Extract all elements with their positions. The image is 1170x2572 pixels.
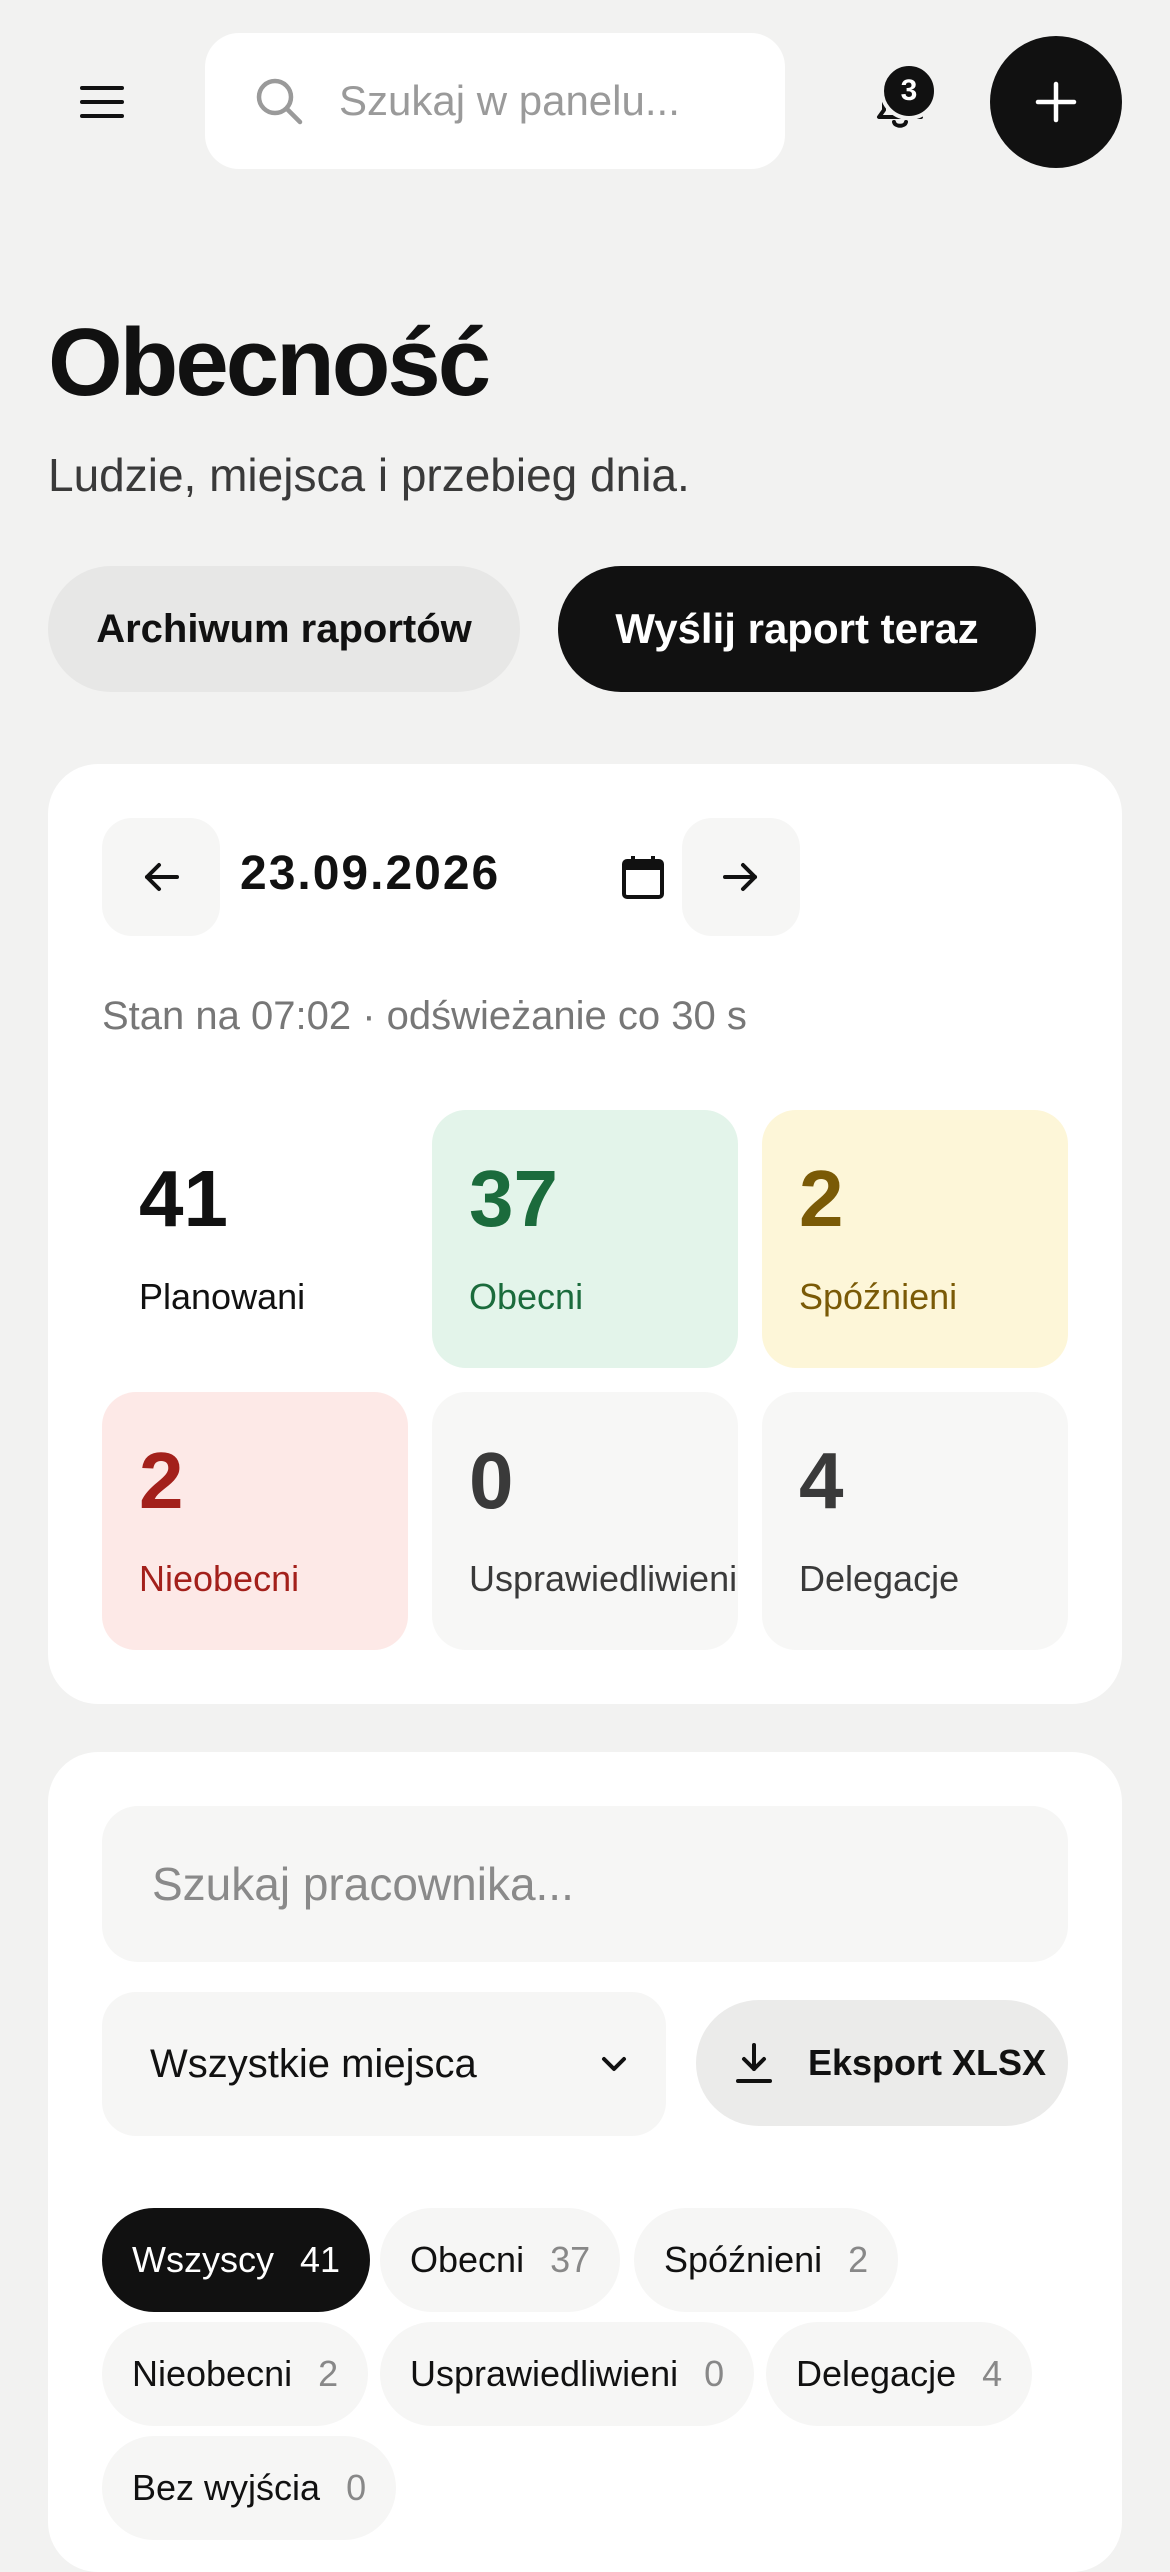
stat-label: Delegacje [799, 1558, 960, 1599]
chip-label: Delegacje [796, 2353, 957, 2394]
date-display[interactable]: 23.09.2026 [240, 846, 500, 901]
export-label: Eksport XLSX [808, 2042, 1047, 2083]
send-report-button[interactable]: Wyślij raport teraz [558, 566, 1036, 692]
hamburger-icon [80, 86, 124, 118]
arrow-right-icon [723, 863, 757, 891]
chip-count: 2 [848, 2239, 869, 2280]
stat-label: Planowani [139, 1276, 306, 1317]
download-icon [736, 2043, 772, 2083]
stat-absent[interactable]: 2 Nieobecni [102, 1392, 408, 1650]
chip-count: 41 [299, 2239, 341, 2280]
add-button[interactable] [990, 36, 1122, 168]
chip-label: Wszyscy [132, 2239, 274, 2280]
stat-value: 37 [469, 1154, 558, 1243]
chip-label: Bez wyjścia [132, 2467, 321, 2508]
panel-search-input[interactable] [337, 76, 777, 126]
calendar-icon[interactable] [618, 852, 668, 902]
chip-count: 4 [982, 2353, 1003, 2394]
export-xlsx-button[interactable]: Eksport XLSX [696, 2000, 1068, 2126]
stat-label: Obecni [469, 1276, 584, 1317]
employee-list-card: Wszystkie miejsca Eksport XLSX Wszyscy 4… [48, 1752, 1122, 2572]
filter-chip-all[interactable]: Wszyscy 41 [102, 2208, 371, 2312]
filter-chip-delegations[interactable]: Delegacje 4 [766, 2322, 1033, 2426]
stat-value: 0 [469, 1436, 514, 1525]
stat-excused[interactable]: 0 Usprawiedliwieni [432, 1392, 738, 1650]
next-day-button[interactable] [682, 818, 800, 936]
status-line: Stan na 07:02 · odświeżanie co 30 s [102, 994, 747, 1038]
stat-label: Nieobecni [139, 1558, 300, 1599]
stat-value: 2 [799, 1154, 844, 1243]
chip-label: Usprawiedliwieni [410, 2353, 679, 2394]
chip-count: 2 [318, 2353, 339, 2394]
archive-reports-button[interactable]: Archiwum raportów [48, 566, 520, 692]
employee-search-input[interactable] [150, 1856, 1030, 1912]
employee-search[interactable] [102, 1806, 1068, 1962]
place-select[interactable]: Wszystkie miejsca [102, 1992, 666, 2136]
stat-label: Spóźnieni [799, 1276, 958, 1317]
chip-label: Obecni [410, 2239, 525, 2280]
filter-chip-no-exit[interactable]: Bez wyjścia 0 [102, 2436, 397, 2540]
chip-count: 0 [346, 2467, 367, 2508]
filter-chip-absent[interactable]: Nieobecni 2 [102, 2322, 369, 2426]
chip-label: Spóźnieni [664, 2239, 823, 2280]
stat-delegations[interactable]: 4 Delegacje [762, 1392, 1068, 1650]
page-title: Obecność [48, 309, 491, 416]
chevron-down-icon [602, 2057, 626, 2071]
chip-label: Nieobecni [132, 2353, 293, 2394]
stat-late[interactable]: 2 Spóźnieni [762, 1110, 1068, 1368]
arrow-left-icon [145, 863, 179, 891]
attendance-summary-card: 23.09.2026 Stan na 07:02 · odświeżanie c… [48, 764, 1122, 1704]
page-subtitle: Ludzie, miejsca i przebieg dnia. [48, 449, 690, 501]
filter-chip-late[interactable]: Spóźnieni 2 [634, 2208, 899, 2312]
stat-value: 2 [139, 1436, 184, 1525]
filter-chip-excused[interactable]: Usprawiedliwieni 0 [380, 2322, 755, 2426]
filter-chip-present[interactable]: Obecni 37 [380, 2208, 621, 2312]
plus-icon [1035, 81, 1077, 123]
prev-day-button[interactable] [102, 818, 220, 936]
menu-button[interactable] [70, 70, 134, 134]
stat-label: Usprawiedliwieni [469, 1558, 738, 1599]
stat-planned[interactable]: 41 Planowani [102, 1110, 408, 1368]
panel-search[interactable] [205, 33, 785, 169]
notification-badge: 3 [880, 62, 938, 120]
stat-present[interactable]: 37 Obecni [432, 1110, 738, 1368]
chip-count: 0 [704, 2353, 725, 2394]
stat-value: 4 [799, 1436, 844, 1525]
search-icon [256, 78, 303, 125]
stat-value: 41 [139, 1154, 228, 1243]
place-select-value: Wszystkie miejsca [150, 2041, 477, 2086]
chip-count: 37 [550, 2239, 591, 2280]
